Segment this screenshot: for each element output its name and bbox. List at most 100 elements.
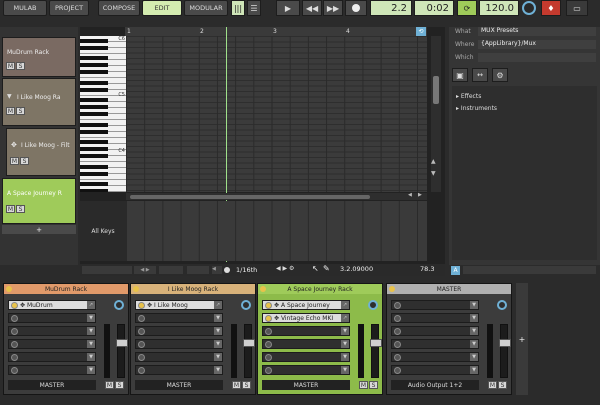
slot-edit-icon[interactable]: ↗ — [341, 314, 349, 322]
strip-power-icon[interactable] — [389, 286, 395, 292]
mute-button[interactable]: M — [6, 205, 15, 213]
loop-icon[interactable]: ⟳ — [457, 0, 477, 16]
solo-button[interactable]: S — [369, 381, 378, 389]
slot-dropdown-icon[interactable]: ▼ — [214, 340, 222, 348]
pan-knob[interactable] — [241, 300, 251, 310]
slot-dropdown-icon[interactable]: ▼ — [470, 353, 478, 361]
strip-header[interactable]: MuDrum Rack — [4, 284, 128, 294]
slot-power-icon[interactable] — [265, 340, 272, 348]
where-field[interactable]: {AppLibrary}/Mux — [478, 40, 596, 49]
time-display[interactable]: 0:02 — [414, 0, 454, 16]
scroll-bar-lower[interactable] — [82, 266, 132, 274]
empty-field[interactable] — [187, 266, 209, 274]
track-i-like-moog-filter[interactable]: ✥ I Like Moog - Filt M S — [6, 128, 76, 176]
tempo-knob-icon[interactable] — [522, 1, 536, 15]
fader-cap[interactable] — [116, 339, 128, 347]
mute-button[interactable]: M — [6, 107, 15, 115]
edit-button[interactable]: EDIT — [142, 0, 182, 16]
slot-dropdown-icon[interactable]: ▼ — [470, 366, 478, 374]
note-grid[interactable] — [126, 36, 427, 192]
zoom-in-icon[interactable]: ▲ — [431, 158, 440, 167]
output-select[interactable]: Audio Output 1+2 — [391, 380, 479, 390]
slot-power-icon[interactable] — [265, 314, 272, 322]
snap-dot-icon[interactable] — [224, 267, 230, 273]
volume-fader[interactable] — [243, 324, 255, 378]
plugin-slot-empty[interactable]: ▼ — [135, 365, 223, 375]
scroll-right-icon[interactable]: ▶ — [418, 192, 426, 200]
pointer-tool-icon[interactable]: ↖ — [312, 264, 320, 274]
output-select[interactable]: MASTER — [135, 380, 223, 390]
tree-item-instruments[interactable]: ▸ Instruments — [456, 105, 497, 112]
track-mudrum[interactable]: MuDrum Rack M S — [2, 37, 76, 77]
slot-dropdown-icon[interactable]: ▼ — [470, 301, 478, 309]
solo-button[interactable]: S — [242, 381, 251, 389]
timeline-ruler[interactable]: 1 2 3 4 — [125, 27, 427, 36]
slot-power-icon[interactable] — [394, 327, 401, 335]
plugin-slot-empty[interactable]: ▼ — [135, 339, 223, 349]
fader-cap[interactable] — [370, 339, 382, 347]
mulab-button[interactable]: MULAB — [3, 0, 47, 16]
plugin-slot-empty[interactable]: ▼ — [391, 326, 479, 336]
track-i-like-moog[interactable]: ▼ I Like Moog Ra M S — [2, 78, 76, 126]
controller-lane[interactable] — [126, 201, 427, 261]
strip-power-icon[interactable] — [6, 286, 12, 292]
plugin-slot-empty[interactable]: ▼ — [391, 365, 479, 375]
plugin-slot-empty[interactable]: ▼ — [135, 352, 223, 362]
slot-power-icon[interactable] — [265, 353, 272, 361]
project-button[interactable]: PROJECT — [49, 0, 89, 16]
plugin-slot-empty[interactable]: ▼ — [262, 339, 350, 349]
slot-power-icon[interactable] — [11, 353, 18, 361]
slot-power-icon[interactable] — [11, 301, 18, 309]
slot-power-icon[interactable] — [394, 340, 401, 348]
slot-dropdown-icon[interactable]: ▼ — [341, 327, 349, 335]
fast-forward-icon[interactable]: ▶▶ — [323, 0, 343, 16]
slot-dropdown-icon[interactable]: ▼ — [470, 340, 478, 348]
solo-button[interactable]: S — [115, 381, 124, 389]
pencil-tool-icon[interactable]: ✎ — [323, 264, 331, 274]
track-a-space-journey[interactable]: A Space Journey R M S — [2, 178, 76, 224]
browser-scrollbar[interactable] — [463, 266, 596, 274]
mute-button[interactable]: M — [359, 381, 368, 389]
slot-power-icon[interactable] — [138, 314, 145, 322]
tree-item-effects[interactable]: ▸ Effects — [456, 93, 481, 100]
plugin-slot-empty[interactable]: ▼ — [262, 365, 350, 375]
plugin-slot-empty[interactable]: ▼ — [262, 352, 350, 362]
output-select[interactable]: MASTER — [8, 380, 96, 390]
pan-knob[interactable] — [497, 300, 507, 310]
slot-dropdown-icon[interactable]: ▼ — [87, 327, 95, 335]
what-field[interactable]: MUX Presets — [478, 27, 596, 36]
list-view-icon[interactable]: ☰ — [247, 0, 261, 16]
step-right-icon[interactable]: ◀ — [212, 266, 222, 274]
slot-power-icon[interactable] — [11, 366, 18, 374]
strip-header[interactable]: MASTER — [387, 284, 511, 294]
slot-power-icon[interactable] — [11, 314, 18, 322]
slot-power-icon[interactable] — [394, 301, 401, 309]
horizontal-scrollbar[interactable] — [126, 193, 427, 200]
slot-power-icon[interactable] — [394, 366, 401, 374]
slot-power-icon[interactable] — [265, 301, 272, 309]
slot-dropdown-icon[interactable]: ▼ — [470, 314, 478, 322]
slot-dropdown-icon[interactable]: ▼ — [87, 340, 95, 348]
plugin-slot-empty[interactable]: ▼ — [391, 352, 479, 362]
metronome-icon[interactable]: ♦ — [541, 0, 561, 16]
slot-dropdown-icon[interactable]: ▼ — [470, 327, 478, 335]
mute-button[interactable]: M — [232, 381, 241, 389]
plugin-slot-empty[interactable]: ▼ — [8, 352, 96, 362]
fader-cap[interactable] — [243, 339, 255, 347]
scroll-left-icon[interactable]: ◀ — [408, 192, 416, 200]
strip-header[interactable]: A Space Journey Rack — [258, 284, 382, 294]
slot-power-icon[interactable] — [138, 327, 145, 335]
arrows-icon[interactable]: ↔ — [472, 68, 488, 82]
strip-header[interactable]: I Like Moog Rack — [131, 284, 255, 294]
menu-icon[interactable]: ▭ — [566, 0, 588, 16]
volume-fader[interactable] — [370, 324, 382, 378]
slot-edit-icon[interactable]: ↗ — [214, 301, 222, 309]
output-select[interactable]: MASTER — [262, 380, 350, 390]
piano-keyboard[interactable]: C6 C5 C4 — [80, 36, 126, 192]
compose-button[interactable]: COMPOSE — [98, 0, 140, 16]
mute-button[interactable]: M — [6, 62, 15, 70]
mute-button[interactable]: M — [488, 381, 497, 389]
solo-button[interactable]: S — [20, 157, 29, 165]
mute-button[interactable]: M — [10, 157, 19, 165]
slot-power-icon[interactable] — [394, 353, 401, 361]
